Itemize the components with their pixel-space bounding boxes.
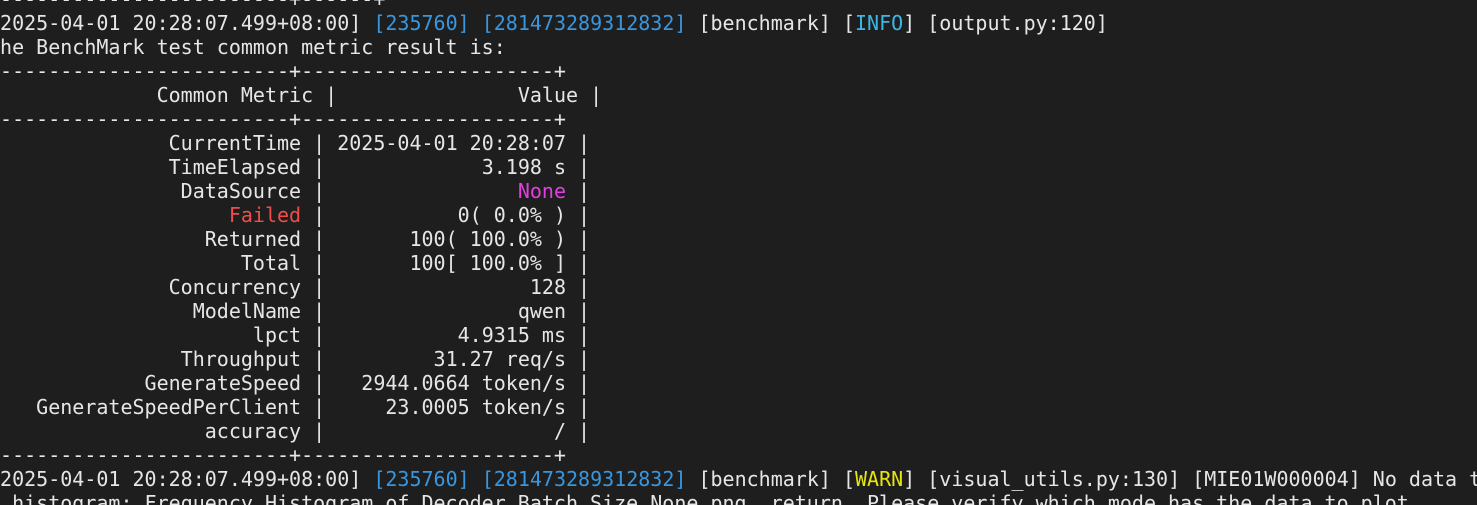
row-value: 2944.0664 token/s xyxy=(325,371,566,395)
table-top-border-partial: +------------------------+------+ xyxy=(0,0,1477,11)
row-metric: lpct xyxy=(0,323,302,347)
row-value: 100[ 100.0% ] xyxy=(325,251,566,275)
log-level-warn: WARN xyxy=(855,467,904,491)
row-metric: Concurrency xyxy=(0,275,302,299)
table-row: | Throughput | 31.27 req/s | xyxy=(0,347,591,371)
table-row: | GenerateSpeedPerClient | 23.0005 token… xyxy=(0,395,591,419)
header-value: Value xyxy=(337,83,579,107)
row-value: 2025-04-01 20:28:07 xyxy=(325,131,566,155)
row-metric: GenerateSpeedPerClient xyxy=(0,395,302,419)
log-level-info: INFO xyxy=(855,11,904,35)
header-metric: Common Metric xyxy=(0,83,314,107)
log-pid: [235760] xyxy=(373,11,470,35)
row-metric: DataSource xyxy=(0,179,302,203)
row-value: 23.0005 token/s xyxy=(325,395,566,419)
row-metric: Total xyxy=(0,251,302,275)
log-level-close: ] xyxy=(903,467,916,491)
log-continuation-line: histogram: Frequency_Histogram_of_Decode… xyxy=(0,491,1477,505)
continuation-text: histogram: Frequency_Histogram_of_Decode… xyxy=(0,491,1421,505)
terminal-window[interactable]: +------------------------+------+ [2025-… xyxy=(0,0,1477,505)
log-timestamp: [2025-04-01 20:28:07.499+08:00] xyxy=(0,11,362,35)
row-metric: accuracy xyxy=(0,419,302,443)
log-line-warn: [2025-04-01 20:28:07.499+08:00] [235760]… xyxy=(0,467,1477,491)
row-metric: Returned xyxy=(0,227,302,251)
row-value: qwen xyxy=(325,299,566,323)
row-metric: TimeElapsed xyxy=(0,155,302,179)
intro-line: The BenchMark test common metric result … xyxy=(0,35,1477,59)
row-value: 31.27 req/s xyxy=(325,347,566,371)
row-metric-failed: Failed xyxy=(0,203,302,227)
row-value: 4.9315 ms xyxy=(325,323,566,347)
log-message: [MIE01W000004] No data to plot xyxy=(1192,467,1477,491)
row-value-none: None xyxy=(325,179,566,203)
log-level-open: [ xyxy=(842,467,855,491)
table-row: | GenerateSpeed | 2944.0664 token/s | xyxy=(0,371,591,395)
table-row: | TimeElapsed | 3.198 s | xyxy=(0,155,591,179)
terminal-output: +------------------------+------+ [2025-… xyxy=(0,0,1477,505)
row-value: 128 xyxy=(325,275,566,299)
table-row: | Total | 100[ 100.0% ] | xyxy=(0,251,591,275)
table-header-row: | Common Metric | Value | xyxy=(0,83,603,107)
log-thread-id: [281473289312832] xyxy=(481,11,687,35)
table-border-top: +------------------------+--------------… xyxy=(0,59,1477,83)
row-value: 100( 100.0% ) xyxy=(325,227,566,251)
table-row: | CurrentTime | 2025-04-01 20:28:07 | xyxy=(0,131,591,155)
row-metric: GenerateSpeed xyxy=(0,371,302,395)
table-row: | lpct | 4.9315 ms | xyxy=(0,323,591,347)
table-row: | Concurrency | 128 | xyxy=(0,275,591,299)
row-metric: Throughput xyxy=(0,347,302,371)
log-line-info: [2025-04-01 20:28:07.499+08:00] [235760]… xyxy=(0,11,1477,35)
row-metric: ModelName xyxy=(0,299,302,323)
table-row: | accuracy | / | xyxy=(0,419,591,443)
border-text: +------------------------+--------------… xyxy=(0,443,566,467)
row-value: 0( 0.0% ) xyxy=(325,203,566,227)
log-thread-id: [281473289312832] xyxy=(481,467,687,491)
log-level-close: ] xyxy=(903,11,916,35)
border-text: +------------------------+------+ xyxy=(0,0,385,11)
row-value: / xyxy=(325,419,566,443)
row-metric: CurrentTime xyxy=(0,131,302,155)
table-row: | DataSource | None | xyxy=(0,179,591,203)
border-text: +------------------------+--------------… xyxy=(0,59,566,83)
log-logger: [benchmark] xyxy=(698,11,831,35)
log-level-open: [ xyxy=(842,11,855,35)
table-row: | ModelName | qwen | xyxy=(0,299,591,323)
table-row: | Returned | 100( 100.0% ) | xyxy=(0,227,591,251)
table-border-bottom: +------------------------+--------------… xyxy=(0,443,1477,467)
intro-text: The BenchMark test common metric result … xyxy=(0,35,506,59)
log-logger: [benchmark] xyxy=(698,467,831,491)
log-source: [visual_utils.py:130] xyxy=(927,467,1181,491)
log-timestamp: [2025-04-01 20:28:07.499+08:00] xyxy=(0,467,362,491)
log-pid: [235760] xyxy=(373,467,470,491)
table-row: | Failed | 0( 0.0% ) | xyxy=(0,203,591,227)
log-source: [output.py:120] xyxy=(927,11,1108,35)
border-text: +------------------------+--------------… xyxy=(0,107,566,131)
table-border-mid: +------------------------+--------------… xyxy=(0,107,1477,131)
row-value: 3.198 s xyxy=(325,155,566,179)
